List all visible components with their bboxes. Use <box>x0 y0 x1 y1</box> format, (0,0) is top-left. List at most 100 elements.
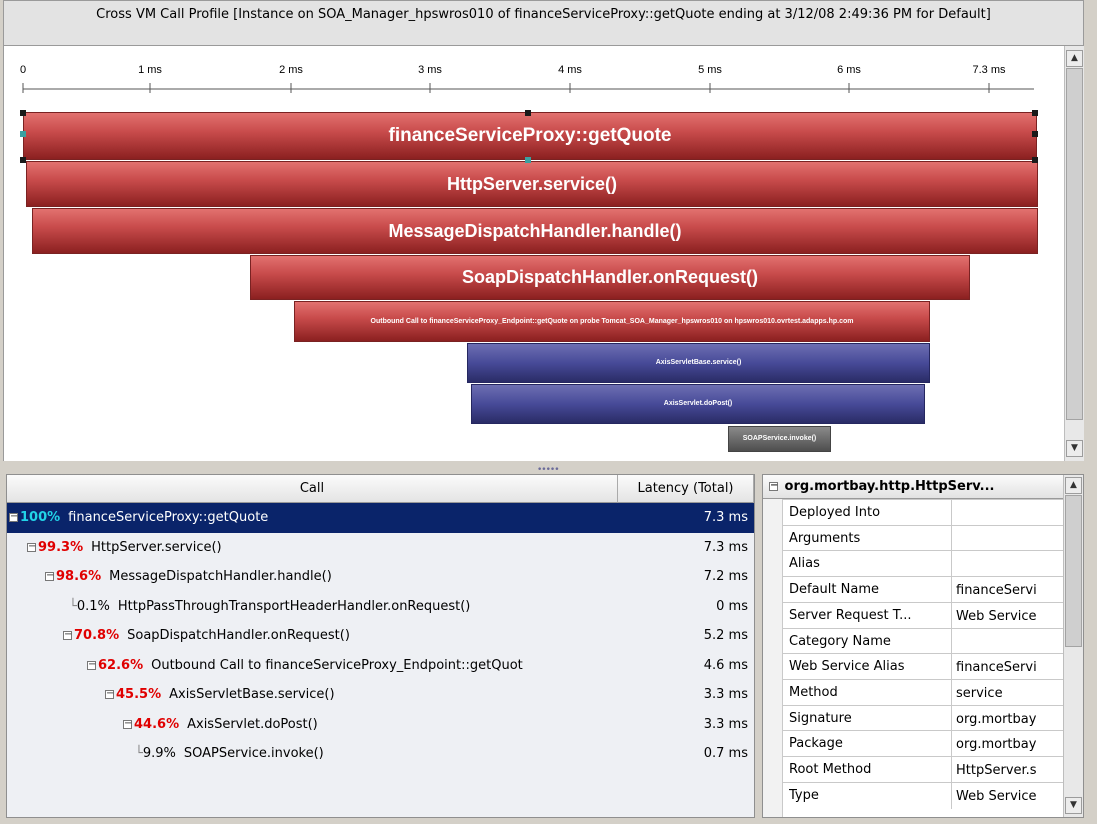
tree-row[interactable]: −62.6% Outbound Call to financeServicePro… <box>7 651 754 681</box>
selection-handle-tl[interactable] <box>20 110 26 116</box>
tree-row[interactable]: −44.6% AxisServlet.doPost() 3.3 ms <box>7 710 754 740</box>
property-value <box>951 500 1063 526</box>
property-row[interactable]: Signature org.mortbay <box>783 704 1063 732</box>
properties-panel[interactable]: − org.mortbay.http.HttpServ... Deployed … <box>762 474 1084 818</box>
property-row[interactable]: Root Method HttpServer.s <box>783 756 1063 783</box>
tree-row-percent: 100% <box>20 510 61 525</box>
property-row[interactable]: Web Service Alias financeServi <box>783 653 1063 681</box>
column-header-latency[interactable]: Latency (Total) <box>618 475 754 503</box>
tree-row[interactable]: └0.1% HttpPassThroughTransportHeaderHandl… <box>7 592 754 622</box>
axis-tick-label: 5 ms <box>698 64 722 76</box>
props-scroll-down-icon[interactable]: ▼ <box>1065 797 1082 814</box>
property-row[interactable]: Category Name <box>783 627 1063 655</box>
column-header-call[interactable]: Call <box>7 475 618 503</box>
tree-row-name: AxisServlet.doPost() <box>187 716 318 732</box>
scroll-thumb[interactable] <box>1066 68 1083 420</box>
tree-row-name: Outbound Call to financeServiceProxy_End… <box>151 657 523 673</box>
profile-bar[interactable]: HttpServer.service() <box>26 161 1038 207</box>
profile-title: Cross VM Call Profile [Instance on SOA_M… <box>3 0 1084 46</box>
tree-splitter-grip[interactable] <box>755 474 762 818</box>
property-row[interactable]: Server Request T... Web Service <box>783 601 1063 629</box>
property-key: Root Method <box>789 762 872 777</box>
tree-collapse-icon[interactable]: − <box>105 689 114 699</box>
tree-collapse-icon[interactable]: − <box>123 718 132 729</box>
tree-row[interactable]: −70.8% SoapDispatchHandler.onRequest() 5.2… <box>7 621 754 651</box>
selection-handle-ml[interactable] <box>20 131 26 137</box>
property-value: financeServi <box>951 654 1063 681</box>
tree-row-name: HttpPassThroughTransportHeaderHandler.on… <box>117 598 471 614</box>
tree-collapse-icon[interactable]: − <box>63 630 72 640</box>
chart-scrollbar[interactable]: ▲ ▼ <box>1064 46 1084 461</box>
property-row[interactable]: Deployed Into <box>783 499 1063 526</box>
tree-row-percent: 9.9% <box>142 746 176 761</box>
call-profile-chart[interactable]: 0 1 ms 2 ms 3 ms 4 ms 5 ms 6 ms 7.3 ms financeS… <box>3 46 1065 461</box>
axis-tick-label: 6 ms <box>837 64 861 76</box>
selection-handle-bm[interactable] <box>525 157 531 163</box>
property-key: Server Request T... <box>789 607 912 623</box>
property-key: Type <box>789 787 819 803</box>
profile-bar[interactable]: financeServiceProxy::getQuote <box>23 112 1037 160</box>
property-key: Web Service Alias <box>789 659 905 675</box>
property-row[interactable]: Default Name financeServi <box>783 576 1063 604</box>
tree-row-name: SoapDispatchHandler.onRequest() <box>127 628 350 643</box>
profile-bar[interactable]: MessageDispatchHandler.handle() <box>32 208 1038 254</box>
selection-handle-mr[interactable] <box>1032 131 1038 137</box>
profile-bar[interactable]: SoapDispatchHandler.onRequest() <box>250 255 970 300</box>
tree-row[interactable]: −45.5% AxisServletBase.service() 3.3 ms <box>7 680 754 710</box>
property-row[interactable]: Arguments <box>783 524 1063 552</box>
tree-row-percent: 0.1% <box>76 598 110 614</box>
properties-header[interactable]: − org.mortbay.http.HttpServ... <box>763 475 1063 499</box>
tree-row-latency: 7.2 ms <box>703 569 748 584</box>
tree-leaf-connector-icon: └ <box>135 746 143 761</box>
property-row[interactable]: Package org.mortbay <box>783 730 1063 758</box>
tree-collapse-icon[interactable]: − <box>45 571 54 581</box>
tree-row[interactable]: −99.3% HttpServer.service() 7.3 ms <box>7 533 754 563</box>
property-row[interactable]: Alias <box>783 550 1063 578</box>
property-key: Default Name <box>789 582 879 598</box>
properties-header-label: org.mortbay.http.HttpServ... <box>784 479 995 494</box>
tree-row[interactable]: └9.9% SOAPService.invoke() 0.7 ms <box>7 739 754 769</box>
profile-bar[interactable]: AxisServlet.doPost() <box>471 384 925 424</box>
property-key: Arguments <box>789 530 861 546</box>
profile-bar[interactable]: SOAPService.invoke() <box>728 426 831 452</box>
tree-row[interactable]: −100% financeServiceProxy::getQuote 7.3 ms <box>7 503 754 533</box>
selection-handle-tm[interactable] <box>525 110 531 116</box>
props-scroll-thumb[interactable] <box>1065 495 1082 647</box>
property-key: Deployed Into <box>789 505 881 520</box>
property-row[interactable]: Type Web Service <box>783 781 1063 809</box>
time-axis <box>22 83 1034 93</box>
tree-row-latency: 7.3 ms <box>703 539 748 555</box>
property-value <box>951 628 1063 655</box>
properties-scrollbar[interactable]: ▲ ▼ <box>1063 475 1083 817</box>
scroll-down-icon[interactable]: ▼ <box>1066 440 1083 457</box>
property-key: Package <box>789 736 843 752</box>
property-value: service <box>951 679 1063 706</box>
property-key: Alias <box>789 556 820 572</box>
property-key: Signature <box>789 710 852 726</box>
tree-row[interactable]: −98.6% MessageDispatchHandler.handle() 7.2… <box>7 562 754 592</box>
scroll-up-icon[interactable]: ▲ <box>1066 50 1083 67</box>
property-value: financeServi <box>951 577 1063 604</box>
selection-handle-tr[interactable] <box>1032 110 1038 116</box>
selection-handle-bl[interactable] <box>20 157 26 163</box>
selection-handle-br[interactable] <box>1032 157 1038 163</box>
axis-tick-label: 1 ms <box>138 64 162 76</box>
props-scroll-up-icon[interactable]: ▲ <box>1065 477 1082 494</box>
property-value: org.mortbay <box>951 705 1063 732</box>
tree-collapse-icon[interactable]: − <box>27 541 36 552</box>
tree-row-latency: 5.2 ms <box>703 628 748 643</box>
collapse-icon[interactable]: − <box>769 481 778 491</box>
property-value: Web Service <box>951 602 1063 629</box>
tree-row-latency: 0 ms <box>716 598 748 614</box>
tree-row-name: AxisServletBase.service() <box>169 687 335 702</box>
property-value <box>951 525 1063 552</box>
property-row[interactable]: Method service <box>783 678 1063 706</box>
tree-collapse-icon[interactable]: − <box>9 512 18 522</box>
tree-row-percent: 70.8% <box>74 628 120 643</box>
tree-row-name: MessageDispatchHandler.handle() <box>109 569 332 584</box>
tree-row-name: HttpServer.service() <box>91 539 222 555</box>
call-tree-table[interactable]: Call Latency (Total) −100% financeService… <box>6 474 755 818</box>
profile-bar[interactable]: Outbound Call to financeServiceProxy_End… <box>294 301 930 342</box>
profile-bar[interactable]: AxisServletBase.service() <box>467 343 930 383</box>
tree-collapse-icon[interactable]: − <box>87 659 96 670</box>
